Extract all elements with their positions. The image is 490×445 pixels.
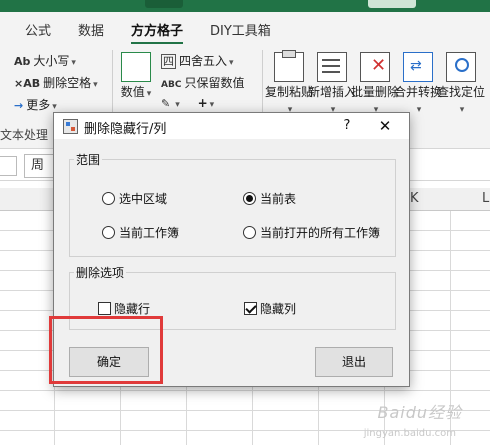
chevron-down-icon: ▾ xyxy=(416,105,422,115)
more-button[interactable]: → 更多 ▾ xyxy=(14,96,57,113)
close-button[interactable]: ✕ xyxy=(374,116,396,136)
title-bar xyxy=(0,0,490,12)
chevron-down-icon: ▾ xyxy=(146,89,152,99)
radio-label: 当前表 xyxy=(260,192,297,206)
find-locate-label: 查找定位▾ xyxy=(437,85,486,115)
chevron-down-icon: ▾ xyxy=(71,58,76,68)
highlight-box xyxy=(49,316,163,384)
plus-button[interactable]: + xyxy=(198,96,208,110)
checkbox-label: 隐藏列 xyxy=(260,302,297,316)
insert-button[interactable]: 新增插入▾ xyxy=(308,50,356,118)
ribbon-tabs: 公式 数据 方方格子 DIY工具箱 xyxy=(0,12,490,45)
watermark-sub: jingyan.baidu.com xyxy=(363,428,456,439)
tab-formulas[interactable]: 公式 xyxy=(25,20,51,39)
checkbox-box xyxy=(244,302,257,315)
edit-icon: ✎ xyxy=(161,97,171,110)
find-locate-icon xyxy=(446,52,476,82)
radio-current-sheet[interactable]: 当前表 xyxy=(243,190,296,207)
chevron-down-icon: ▾ xyxy=(93,80,98,90)
dialog-title-bar: 删除隐藏行/列 ? ✕ xyxy=(54,113,409,139)
value-label: 数值 ▾ xyxy=(120,85,152,99)
tab-data[interactable]: 数据 xyxy=(78,20,104,39)
copy-paste-button[interactable]: 复制粘贴▾ xyxy=(265,50,313,118)
tab-fangfanggezi[interactable]: 方方格子 xyxy=(131,20,184,45)
round-button[interactable]: 四四舍五入 ▾ xyxy=(161,52,234,69)
remove-space-icon: ×AB xyxy=(14,77,41,90)
keep-value-label: 只保留数值 xyxy=(184,76,245,90)
radio-dot xyxy=(243,226,256,239)
chevron-down-icon: ▾ xyxy=(209,100,215,110)
chevron-down-icon: ▾ xyxy=(229,58,234,68)
radio-dot xyxy=(102,192,115,205)
copy-paste-icon xyxy=(274,50,304,82)
expand-icon[interactable] xyxy=(0,156,17,176)
radio-all-open-workbooks[interactable]: 当前打开的所有工作簿 xyxy=(243,224,380,241)
radio-label: 当前工作簿 xyxy=(119,226,180,240)
merge-convert-button[interactable]: ⇄ 合并转换▾ xyxy=(394,50,442,118)
more-label: 更多 xyxy=(26,98,51,112)
radio-dot xyxy=(243,192,256,205)
round-icon: 四 xyxy=(161,54,176,69)
chevron-down-icon: ▾ xyxy=(459,105,465,115)
case-button[interactable]: Ab 大小写 ▾ xyxy=(14,52,76,69)
keep-value-icon: ABC xyxy=(161,80,182,90)
radio-current-workbook[interactable]: 当前工作簿 xyxy=(102,224,179,241)
exit-button[interactable]: 退出 xyxy=(315,347,393,377)
delete-options-title: 删除选项 xyxy=(74,264,127,281)
range-groupbox: 范围 选中区域 当前表 当前工作簿 当前打开的所有工作簿 xyxy=(69,151,396,257)
radio-selected-area[interactable]: 选中区域 xyxy=(102,190,167,207)
case-icon: Ab xyxy=(14,55,31,68)
dialog-title: 删除隐藏行/列 xyxy=(84,122,167,137)
radio-label: 选中区域 xyxy=(119,192,168,206)
batch-delete-button[interactable]: ✕ 批量删除▾ xyxy=(351,50,399,118)
value-button[interactable]: 数值 ▾ xyxy=(116,50,156,102)
range-group-title: 范围 xyxy=(74,151,103,168)
radio-dot xyxy=(102,226,115,239)
value-icon xyxy=(121,52,151,82)
app-icon xyxy=(63,119,78,134)
case-label: 大小写 xyxy=(33,54,70,68)
keep-value-button[interactable]: ABC 只保留数值 xyxy=(161,74,244,91)
column-header-k[interactable]: K xyxy=(410,191,419,206)
chevron-down-icon: ▾ xyxy=(175,100,180,110)
batch-delete-icon: ✕ xyxy=(360,52,390,82)
column-header-l[interactable]: L xyxy=(482,191,489,206)
find-locate-button[interactable]: 查找定位▾ xyxy=(437,50,485,118)
merge-convert-icon: ⇄ xyxy=(403,52,433,82)
checkbox-hidden-cols[interactable]: 隐藏列 xyxy=(244,300,296,317)
help-button[interactable]: ? xyxy=(337,116,357,136)
arrow-right-icon: → xyxy=(14,99,24,112)
account-area[interactable] xyxy=(368,0,416,8)
format-tools[interactable]: ✎ ▾ + ▾ xyxy=(161,96,214,110)
tab-diy-toolbox[interactable]: DIY工具箱 xyxy=(210,20,271,39)
checkbox-box xyxy=(98,302,111,315)
remove-space-button[interactable]: ×AB 删除空格 ▾ xyxy=(14,74,98,91)
insert-icon xyxy=(317,52,347,82)
radio-label: 当前打开的所有工作簿 xyxy=(260,226,381,240)
round-label: 四舍五入 xyxy=(179,54,228,68)
text-group-label: 文本处理 xyxy=(0,128,49,142)
checkbox-label: 隐藏行 xyxy=(114,302,151,316)
document-tab xyxy=(145,0,183,8)
remove-space-label: 删除空格 xyxy=(43,76,92,90)
checkbox-hidden-rows[interactable]: 隐藏行 xyxy=(98,300,150,317)
watermark: Baidu经验 xyxy=(377,403,462,422)
chevron-down-icon: ▾ xyxy=(52,102,57,112)
